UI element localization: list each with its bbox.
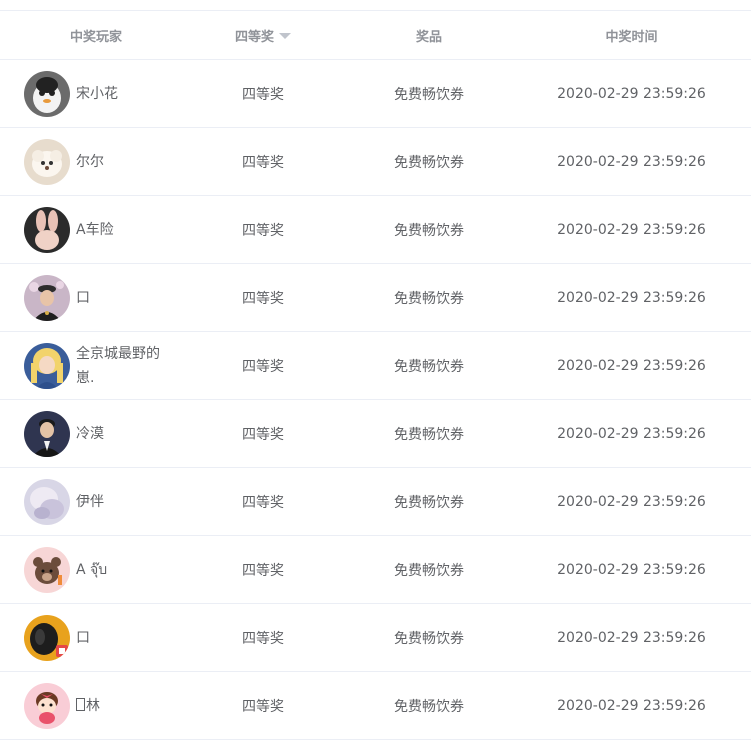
player-name: A จุ๊บ (76, 561, 108, 578)
table-row: 尔尔 四等奖 免费畅饮券 2020-02-29 23:59:26 (0, 128, 751, 196)
table-row: 口 四等奖 免费畅饮券 2020-02-29 23:59:26 (0, 264, 751, 332)
blonde-girl-avatar (24, 342, 70, 389)
player-name: 口 (76, 289, 90, 306)
player-cell: 尔尔 (0, 128, 180, 195)
time-cell: 2020-02-29 23:59:26 (557, 425, 706, 442)
cartoon-girl-avatar (24, 682, 70, 729)
prize-cell: 免费畅饮券 (394, 86, 464, 103)
player-cell: A车险 (0, 196, 180, 263)
table-header: 中奖玩家 四等奖 奖品 中奖时间 (0, 11, 751, 60)
time-cell: 2020-02-29 23:59:26 (557, 221, 706, 238)
prize-cell: 免费畅饮券 (394, 358, 464, 375)
prize-cell: 免费畅饮券 (394, 562, 464, 579)
tier-cell: 四等奖 (242, 426, 284, 443)
player-name: A车险 (76, 221, 114, 238)
prize-cell: 免费畅饮券 (394, 290, 464, 307)
tier-cell: 四等奖 (242, 154, 284, 171)
player-name: 尔尔 (76, 153, 104, 170)
time-cell: 2020-02-29 23:59:26 (557, 629, 706, 646)
header-prize: 奖品 (415, 29, 442, 45)
player-cell: 伊伴 (0, 468, 180, 535)
player-name: 口 (76, 629, 90, 646)
table-row: 宋小花 四等奖 免费畅饮券 2020-02-29 23:59:26 (0, 60, 751, 128)
player-cell: 口 (0, 264, 180, 331)
cartoon-penguin-avatar (24, 70, 70, 117)
header-player: 中奖玩家 (69, 29, 122, 45)
dark-helmet-avatar (24, 614, 70, 661)
header-time: 中奖时间 (605, 29, 658, 45)
player-cell: 冷漠 (0, 400, 180, 467)
player-name: 冷漠 (76, 425, 104, 442)
tier-cell: 四等奖 (242, 494, 284, 511)
tier-cell: 四等奖 (242, 290, 284, 307)
prize-cell: 免费畅饮券 (394, 222, 464, 239)
prize-cell: 免费畅饮券 (394, 698, 464, 715)
player-cell: 全京城最野的崽. (0, 332, 180, 399)
player-name: 宋小花 (76, 85, 118, 102)
prize-cell: 免费畅饮券 (394, 630, 464, 647)
player-cell: A จุ๊บ (0, 536, 180, 603)
man-in-suit-avatar (24, 410, 70, 457)
tier-cell: 四等奖 (242, 86, 284, 103)
bunny-ears-avatar (24, 206, 70, 253)
prize-cell: 免费畅饮券 (394, 494, 464, 511)
player-name: 全京城最野的崽. (76, 345, 160, 386)
player-name: 林 (76, 694, 100, 718)
player-cell: 林 (0, 672, 180, 739)
player-name-text: 林 (86, 697, 100, 714)
prize-cell: 免费畅饮券 (394, 154, 464, 171)
tier-cell: 四等奖 (242, 222, 284, 239)
sort-caret-down-icon[interactable] (279, 33, 291, 39)
brown-bear-avatar (24, 546, 70, 593)
fluffy-dog-avatar (24, 138, 70, 185)
time-cell: 2020-02-29 23:59:26 (557, 697, 706, 714)
winners-table: 中奖玩家 四等奖 奖品 中奖时间 宋小花 四等奖 免费畅饮券 2020-02-2… (0, 10, 751, 740)
table-row: 冷漠 四等奖 免费畅饮券 2020-02-29 23:59:26 (0, 400, 751, 468)
header-tier[interactable]: 四等奖 (180, 11, 346, 59)
unknown-glyph-icon (76, 697, 85, 711)
time-cell: 2020-02-29 23:59:26 (557, 85, 706, 102)
table-row: 伊伴 四等奖 免费畅饮券 2020-02-29 23:59:26 (0, 468, 751, 536)
prize-cell: 免费畅饮券 (394, 426, 464, 443)
time-cell: 2020-02-29 23:59:26 (557, 561, 706, 578)
player-cell: 宋小花 (0, 60, 180, 127)
table-row: 全京城最野的崽. 四等奖 免费畅饮券 2020-02-29 23:59:26 (0, 332, 751, 400)
player-cell: 口 (0, 604, 180, 671)
cap-portrait-avatar (24, 274, 70, 321)
time-cell: 2020-02-29 23:59:26 (557, 357, 706, 374)
table-row: A จุ๊บ 四等奖 免费畅饮券 2020-02-29 23:59:26 (0, 536, 751, 604)
tier-cell: 四等奖 (242, 358, 284, 375)
tier-cell: 四等奖 (242, 562, 284, 579)
time-cell: 2020-02-29 23:59:26 (557, 289, 706, 306)
soft-pastel-avatar (24, 478, 70, 525)
player-name: 伊伴 (76, 493, 104, 510)
table-row: 林 四等奖 免费畅饮券 2020-02-29 23:59:26 (0, 672, 751, 740)
time-cell: 2020-02-29 23:59:26 (557, 493, 706, 510)
table-row: 口 四等奖 免费畅饮券 2020-02-29 23:59:26 (0, 604, 751, 672)
tier-cell: 四等奖 (242, 630, 284, 647)
table-row: A车险 四等奖 免费畅饮券 2020-02-29 23:59:26 (0, 196, 751, 264)
time-cell: 2020-02-29 23:59:26 (557, 153, 706, 170)
tier-cell: 四等奖 (242, 698, 284, 715)
header-tier-label: 四等奖 (234, 29, 274, 45)
